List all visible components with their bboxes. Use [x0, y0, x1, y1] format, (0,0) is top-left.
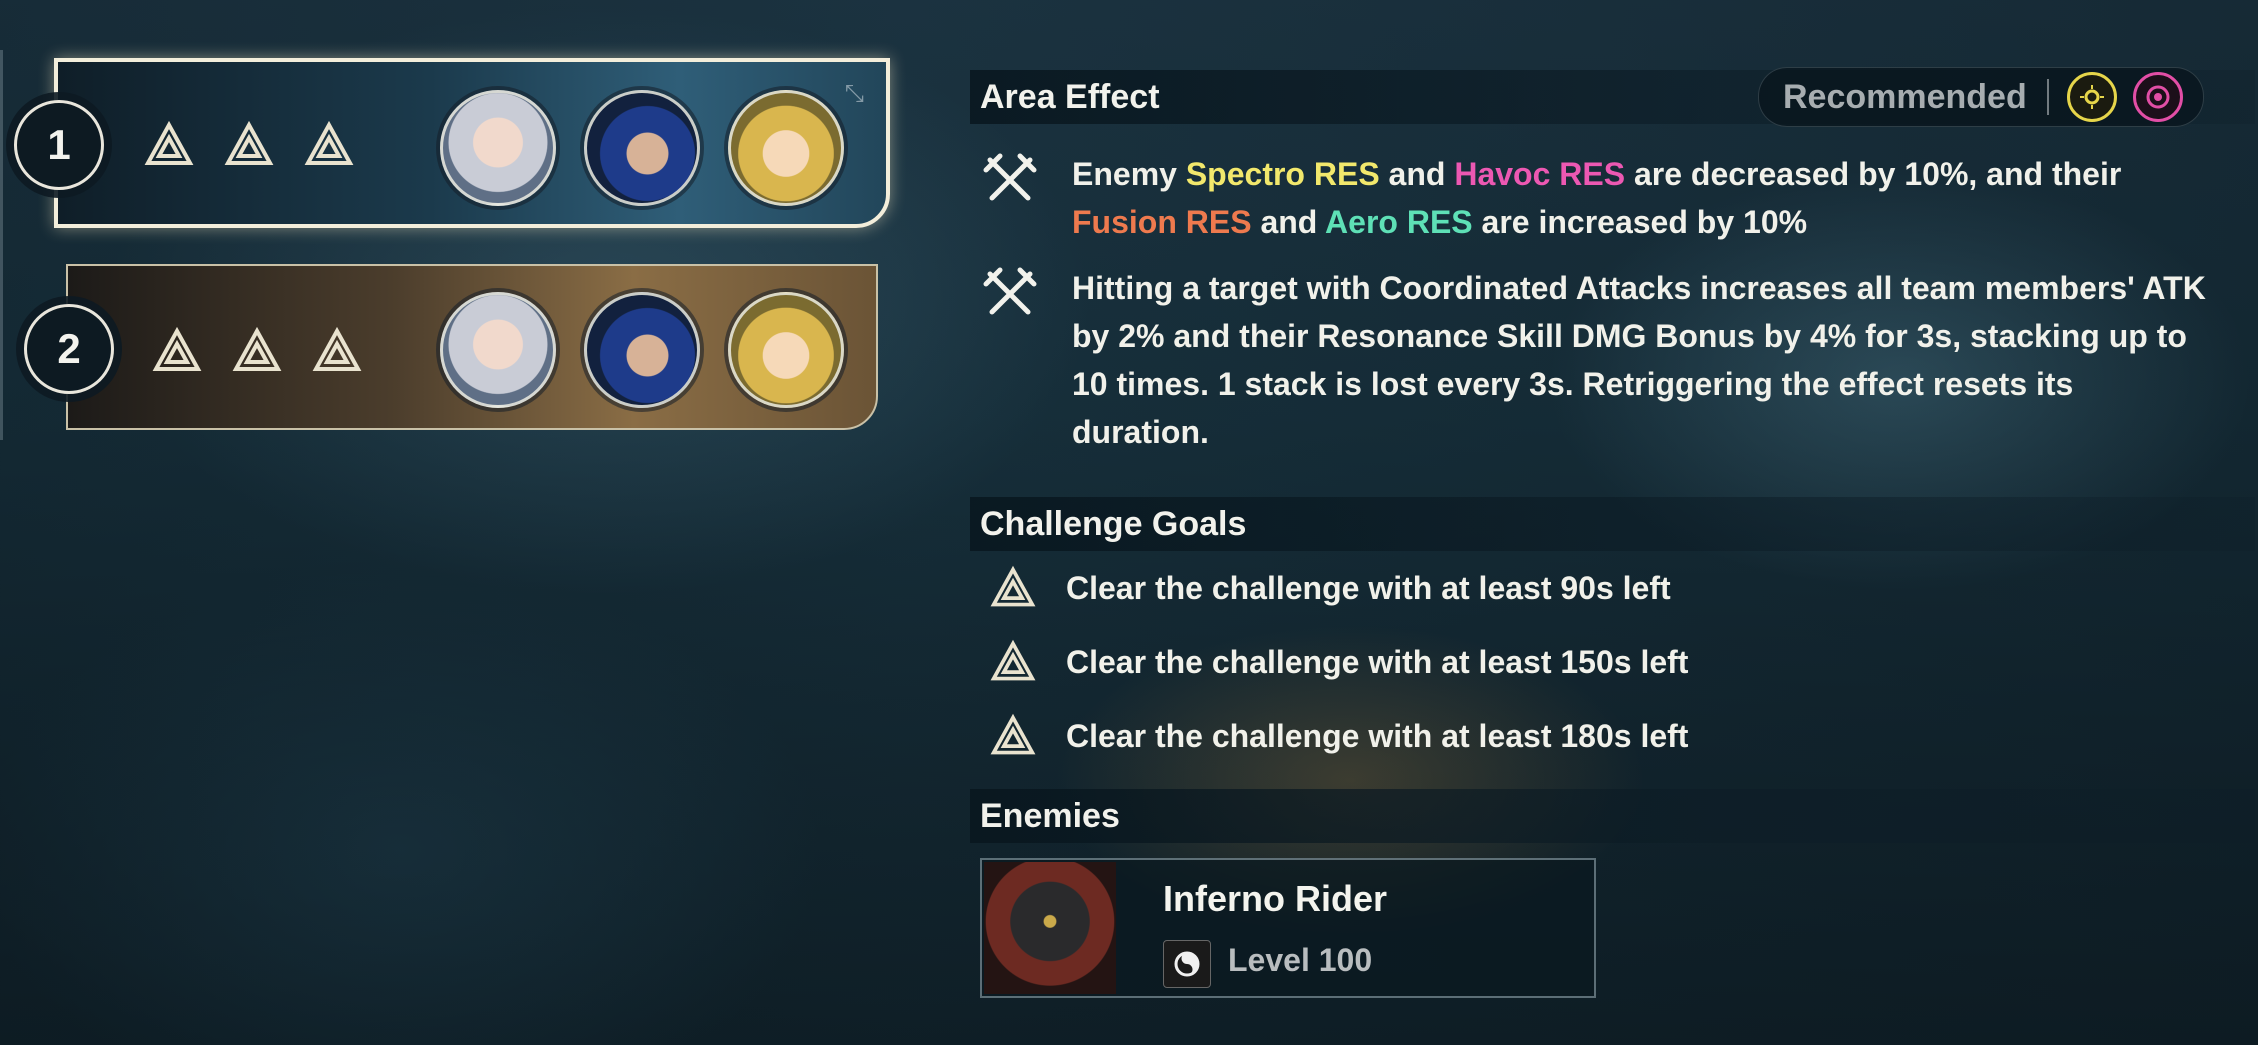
area-effect-item: Enemy Spectro RES and Havoc RES are decr… [980, 150, 2210, 246]
recommended-elements: Recommended [1758, 67, 2204, 127]
section-title: Enemies [980, 796, 1120, 835]
recommended-label: Recommended [1783, 77, 2027, 116]
character-avatar[interactable] [728, 90, 844, 206]
enemy-card[interactable]: Inferno Rider Level 100 [980, 858, 1596, 998]
enemy-portrait [984, 862, 1116, 994]
triangle-icon [990, 639, 1036, 681]
goal-text: Clear the challenge with at least 90s le… [1066, 569, 1671, 606]
triangle-icon [152, 326, 202, 371]
enemy-name: Inferno Rider [1163, 878, 1388, 919]
triangle-icon [312, 326, 362, 371]
character-avatar[interactable] [728, 292, 844, 408]
team-number-badge: 1 [14, 100, 104, 190]
triangle-icon [990, 565, 1036, 607]
triangle-icon [232, 326, 282, 371]
team-avatars [440, 90, 844, 206]
character-avatar[interactable] [584, 90, 700, 206]
challenge-goal-item: Clear the challenge with at least 90s le… [990, 565, 1671, 611]
character-avatar[interactable] [440, 292, 556, 408]
havoc-icon [2132, 72, 2183, 122]
team-avatars [440, 292, 844, 408]
team-card-1[interactable]: ⤡ 1 [14, 58, 890, 228]
challenge-goal-item: Clear the challenge with at least 180s l… [990, 713, 1688, 759]
team-card-frame [66, 264, 878, 430]
triangle-icon [304, 120, 354, 165]
section-title: Area Effect [980, 77, 1160, 116]
character-avatar[interactable] [440, 90, 556, 206]
spectro-icon [2066, 72, 2117, 122]
team-card-frame: ⤡ [54, 58, 890, 228]
corner-decoration-icon: ⤡ [844, 80, 864, 107]
team-list-rail [0, 50, 3, 440]
section-title: Challenge Goals [980, 504, 1247, 543]
enemies-header: Enemies [970, 789, 2255, 843]
challenge-goal-item: Clear the challenge with at least 150s l… [990, 639, 1688, 685]
havoc-element-icon [1163, 940, 1211, 988]
challenge-goals-header: Challenge Goals [970, 497, 2255, 551]
goal-text: Clear the challenge with at least 150s l… [1066, 643, 1689, 680]
crossed-swords-icon [983, 153, 1037, 201]
crossed-swords-icon [983, 267, 1037, 315]
triangle-icon [990, 713, 1036, 755]
team-goal-icons [144, 120, 354, 170]
area-effect-item: Hitting a target with Coordinated Attack… [980, 264, 2210, 456]
enemy-level: Level 100 [1228, 942, 1373, 978]
character-avatar[interactable] [584, 292, 700, 408]
team-goal-icons [152, 326, 362, 376]
team-number-badge: 2 [24, 304, 114, 394]
effect-text: Hitting a target with Coordinated Attack… [1072, 270, 2206, 450]
divider [2046, 79, 2049, 115]
triangle-icon [224, 120, 274, 165]
team-card-2[interactable]: 2 [24, 264, 878, 430]
triangle-icon [144, 120, 194, 165]
goal-text: Clear the challenge with at least 180s l… [1066, 717, 1689, 754]
effect-text: Enemy Spectro RES and Havoc RES are decr… [1072, 156, 2122, 240]
